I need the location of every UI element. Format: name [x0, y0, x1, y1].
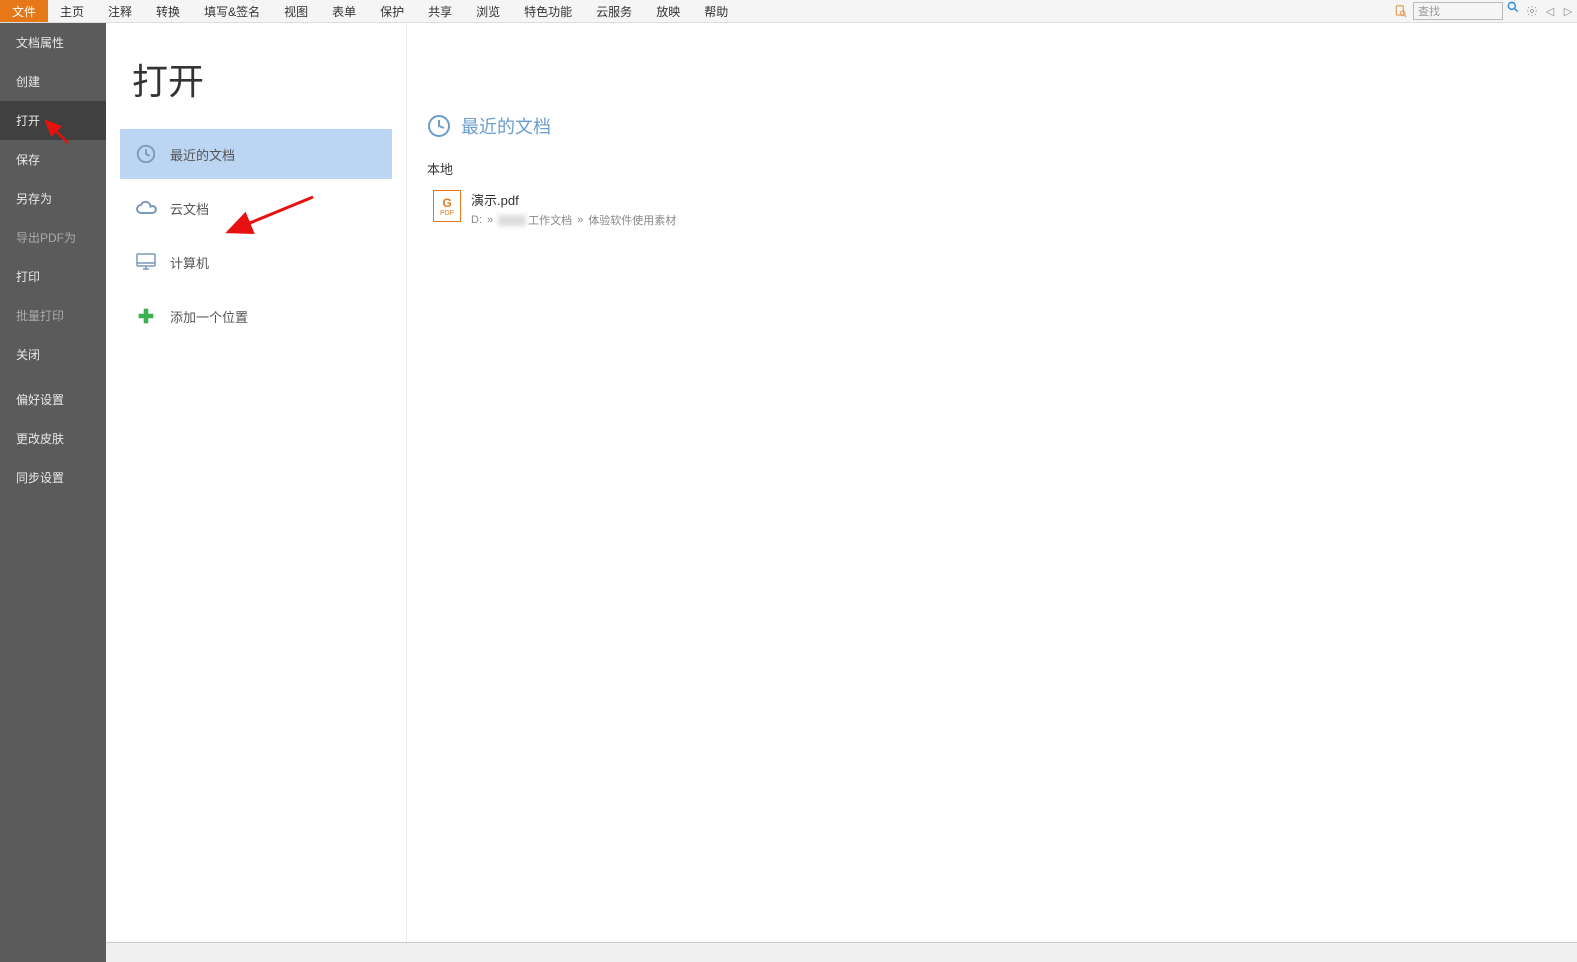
source-computer[interactable]: 计算机: [120, 237, 392, 287]
source-add-location[interactable]: 添加一个位置: [120, 291, 392, 341]
menu-tab-home[interactable]: 主页: [48, 0, 96, 22]
menu-tab-view[interactable]: 视图: [272, 0, 320, 22]
sidebar-item-syncsettings[interactable]: 同步设置: [0, 458, 106, 497]
sidebar-item-save[interactable]: 保存: [0, 140, 106, 179]
sidebar-item-batchprint[interactable]: 批量打印: [0, 296, 106, 335]
recent-doc-name: 演示.pdf: [471, 190, 676, 209]
menu-tab-annotate[interactable]: 注释: [96, 0, 144, 22]
sidebar-item-close[interactable]: 关闭: [0, 335, 106, 374]
menu-tab-convert[interactable]: 转换: [144, 0, 192, 22]
menu-tab-share[interactable]: 共享: [416, 0, 464, 22]
menu-tab-help[interactable]: 帮助: [692, 0, 740, 22]
menu-tab-browse[interactable]: 浏览: [464, 0, 512, 22]
recent-header-label: 最近的文档: [461, 113, 551, 139]
search-icon[interactable]: [1506, 0, 1520, 22]
sidebar-item-create[interactable]: 创建: [0, 62, 106, 101]
sidebar-item-docprops[interactable]: 文档属性: [0, 23, 106, 62]
status-bar: [106, 942, 1577, 962]
search-placeholder: 查找: [1418, 3, 1440, 19]
menu-tab-cloud[interactable]: 云服务: [584, 0, 644, 22]
source-recent[interactable]: 最近的文档: [120, 129, 392, 179]
computer-icon: [132, 248, 160, 276]
plus-icon: [132, 302, 160, 330]
source-add-label: 添加一个位置: [170, 307, 248, 326]
sidebar-item-open[interactable]: 打开: [0, 101, 106, 140]
menu-tab-fillsign[interactable]: 填写&签名: [192, 0, 272, 22]
settings-icon[interactable]: [1523, 0, 1541, 22]
recent-header: 最近的文档: [427, 113, 1557, 139]
recent-doc-path: D: » 工作文档 » 体验软件使用素材: [471, 212, 676, 228]
clock-icon: [132, 140, 160, 168]
top-menu-bar: 文件 主页 注释 转换 填写&签名 视图 表单 保护 共享 浏览 特色功能 云服…: [0, 0, 1577, 23]
sidebar-item-saveas[interactable]: 另存为: [0, 179, 106, 218]
file-sidebar: 文档属性 创建 打开 保存 另存为 导出PDF为 打印 批量打印 关闭 偏好设置…: [0, 23, 106, 962]
open-title: 打开: [106, 53, 406, 129]
prev-icon[interactable]: ◁: [1541, 0, 1559, 22]
menu-tab-features[interactable]: 特色功能: [512, 0, 584, 22]
menu-tab-slideshow[interactable]: 放映: [644, 0, 692, 22]
recent-docs-area: 最近的文档 本地 G PDF 演示.pdf D: » 工作文档 » 体验软件使用…: [406, 23, 1577, 962]
menu-tab-protect[interactable]: 保护: [368, 0, 416, 22]
pdf-file-icon: G PDF: [433, 190, 461, 222]
next-icon[interactable]: ▷: [1559, 0, 1577, 22]
source-computer-label: 计算机: [170, 253, 209, 272]
source-cloud[interactable]: 云文档: [120, 183, 392, 233]
cloud-icon: [132, 194, 160, 222]
sidebar-item-print[interactable]: 打印: [0, 257, 106, 296]
recent-section-local: 本地: [427, 159, 1557, 178]
menu-tab-form[interactable]: 表单: [320, 0, 368, 22]
source-cloud-label: 云文档: [170, 199, 209, 218]
menu-tab-file[interactable]: 文件: [0, 0, 48, 22]
recent-doc-item[interactable]: G PDF 演示.pdf D: » 工作文档 » 体验软件使用素材: [427, 186, 1557, 232]
open-sources-panel: 打开 最近的文档 云文档 计算机: [106, 23, 406, 962]
sidebar-item-exportpdf[interactable]: 导出PDF为: [0, 218, 106, 257]
sidebar-item-skin[interactable]: 更改皮肤: [0, 419, 106, 458]
clock-icon: [427, 114, 451, 138]
search-input[interactable]: 查找: [1413, 2, 1503, 20]
sidebar-item-preferences[interactable]: 偏好设置: [0, 380, 106, 419]
find-in-doc-icon[interactable]: [1392, 0, 1410, 22]
source-recent-label: 最近的文档: [170, 145, 235, 164]
